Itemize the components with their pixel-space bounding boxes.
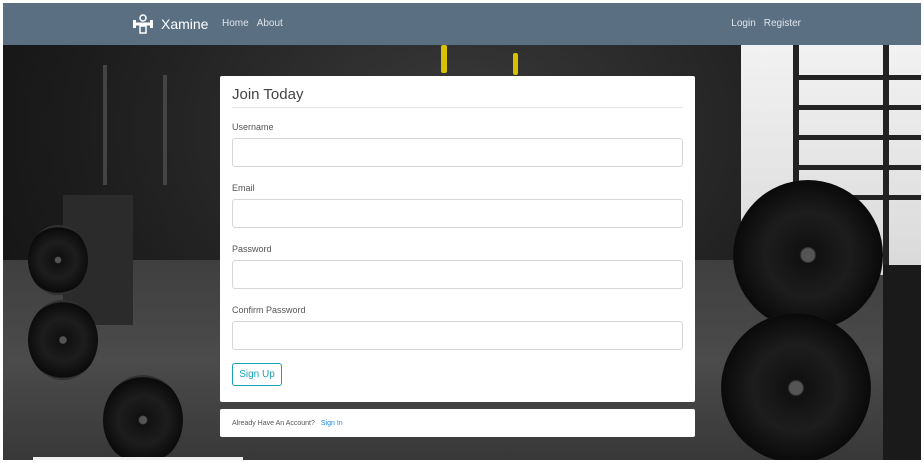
nav-right: Login Register (731, 18, 801, 29)
email-input[interactable] (232, 199, 683, 228)
account-prompt: Already Have An Account? (232, 419, 315, 427)
confirm-password-input[interactable] (232, 321, 683, 350)
confirm-password-field-group: Confirm Password (232, 305, 683, 350)
bumper-plate-side (883, 265, 921, 460)
nav-link-login[interactable]: Login (731, 18, 755, 29)
page-frame: Xamine Home About Login Register Join To… (3, 3, 921, 460)
top-navbar: Xamine Home About Login Register (3, 3, 921, 45)
weight-plate (28, 300, 98, 380)
username-label: Username (232, 122, 274, 132)
registration-card: Join Today Username Email Password Confi… (220, 76, 695, 402)
username-input[interactable] (232, 138, 683, 167)
rack-rung (793, 165, 921, 170)
ceiling-strap (513, 53, 518, 75)
rack-rung (793, 75, 921, 80)
scrollbar-track (33, 457, 243, 460)
sign-in-link[interactable]: Sign In (321, 420, 343, 427)
nav-link-home[interactable]: Home (222, 18, 249, 29)
rack-rung (793, 105, 921, 110)
existing-account-card: Already Have An Account? Sign In (220, 409, 695, 437)
brand[interactable]: Xamine (131, 12, 208, 36)
weight-plate (721, 313, 871, 460)
password-field-group: Password (232, 244, 683, 289)
username-field-group: Username (232, 122, 683, 167)
weight-plate (103, 375, 183, 460)
ceiling-strap (441, 45, 447, 73)
brand-name: Xamine (161, 16, 209, 32)
rack-post (163, 75, 167, 185)
rack-post (103, 65, 107, 185)
nav-left: Home About (222, 18, 283, 29)
password-input[interactable] (232, 260, 683, 289)
form-title: Join Today (232, 86, 683, 108)
weight-plate (733, 180, 883, 330)
dumbbell-logo-icon (133, 14, 153, 34)
password-label: Password (232, 244, 272, 254)
email-field-group: Email (232, 183, 683, 228)
email-label: Email (232, 183, 255, 193)
confirm-password-label: Confirm Password (232, 305, 306, 315)
nav-link-about[interactable]: About (257, 18, 283, 29)
sign-up-button[interactable]: Sign Up (232, 363, 282, 386)
rack-rung (793, 135, 921, 140)
nav-link-register[interactable]: Register (764, 18, 801, 29)
weight-plate (28, 225, 88, 295)
